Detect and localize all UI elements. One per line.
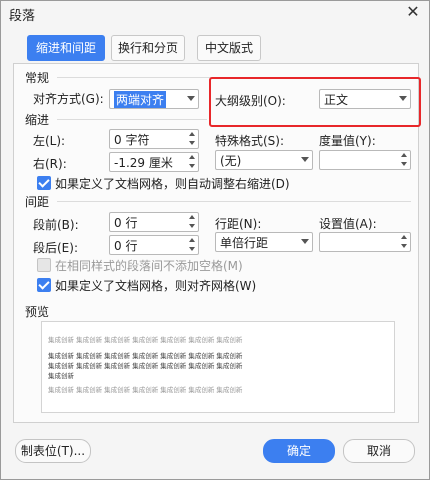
tab-asian-typography[interactable]: 中文版式: [197, 35, 261, 61]
space-after-label: 段后(E):: [33, 241, 78, 255]
alignment-select[interactable]: 两端对齐: [109, 89, 199, 109]
tab-stops-button[interactable]: 制表位(T)...: [15, 439, 91, 463]
section-indent-title: 缩进: [25, 113, 50, 127]
preview-previous-line: 集成创新 集成创新 集成创新 集成创新 集成创新 集成创新 集成创新: [48, 336, 243, 344]
spin-down-icon[interactable]: [189, 247, 195, 251]
space-before-label: 段前(B):: [33, 218, 79, 232]
section-preview-title: 预览: [25, 305, 50, 319]
spin-up-icon[interactable]: [189, 132, 195, 136]
section-divider: [57, 119, 207, 120]
special-format-label: 特殊格式(S):: [215, 134, 285, 148]
title-bar: 段落 ✕: [1, 1, 429, 27]
spin-up-icon[interactable]: [189, 215, 195, 219]
alignment-label: 对齐方式(G):: [33, 92, 104, 106]
chevron-down-icon: [187, 96, 195, 101]
dialog-title: 段落: [9, 9, 36, 24]
special-format-select[interactable]: (无): [215, 150, 313, 170]
tab-indent-spacing[interactable]: 缩进和间距: [27, 35, 105, 61]
spin-down-icon[interactable]: [401, 162, 407, 166]
outline-level-select[interactable]: 正文: [319, 89, 411, 109]
align-to-grid-checkbox[interactable]: [37, 278, 51, 292]
indent-right-value: -1.29 厘米: [114, 156, 173, 170]
outline-level-label: 大纲级别(O):: [215, 94, 286, 108]
paragraph-preview: 集成创新 集成创新 集成创新 集成创新 集成创新 集成创新 集成创新 集成创新 …: [41, 321, 395, 413]
preview-sample-line: 集成创新: [48, 372, 74, 380]
close-icon[interactable]: ✕: [405, 4, 421, 20]
no-space-same-style-label: 在相同样式的段落间不添加空格(M): [55, 259, 243, 273]
indent-left-spinner[interactable]: 0 字符: [109, 129, 199, 149]
spin-up-icon[interactable]: [401, 153, 407, 157]
measure-spinner[interactable]: [319, 150, 411, 170]
indent-right-label: 右(R):: [33, 157, 67, 171]
spin-up-icon[interactable]: [189, 238, 195, 242]
space-before-value: 0 行: [114, 216, 138, 230]
line-spacing-label: 行距(N):: [215, 217, 262, 231]
section-general-title: 常规: [25, 71, 50, 85]
spin-up-icon[interactable]: [189, 155, 195, 159]
space-after-value: 0 行: [114, 239, 138, 253]
align-to-grid-label: 如果定义了文档网格，则对齐网格(W): [55, 279, 257, 293]
chevron-down-icon: [301, 239, 309, 244]
paragraph-dialog: 段落 ✕ 缩进和间距 换行和分页 中文版式 常规 对齐方式(G): 两端对齐 大…: [0, 0, 430, 480]
tab-line-page-breaks[interactable]: 换行和分页: [111, 35, 185, 61]
outline-level-value: 正文: [324, 93, 349, 107]
space-after-spinner[interactable]: 0 行: [109, 235, 199, 255]
spin-down-icon[interactable]: [189, 224, 195, 228]
section-divider: [57, 201, 411, 202]
line-spacing-value: 单倍行距: [220, 236, 269, 250]
measure-label: 度量值(Y):: [319, 134, 376, 148]
indent-right-spinner[interactable]: -1.29 厘米: [109, 152, 199, 172]
chevron-down-icon: [399, 96, 407, 101]
spin-down-icon[interactable]: [401, 244, 407, 248]
preview-sample-line: 集成创新 集成创新 集成创新 集成创新 集成创新 集成创新 集成创新: [48, 352, 243, 360]
spin-up-icon[interactable]: [401, 235, 407, 239]
alignment-value: 两端对齐: [114, 91, 167, 108]
chevron-down-icon: [301, 157, 309, 162]
special-format-value: (无): [220, 154, 242, 168]
line-spacing-select[interactable]: 单倍行距: [215, 232, 313, 252]
indent-left-label: 左(L):: [33, 134, 66, 148]
auto-right-indent-checkbox[interactable]: [37, 176, 51, 190]
cancel-button[interactable]: 取消: [343, 439, 415, 463]
ok-button[interactable]: 确定: [263, 439, 335, 463]
space-before-spinner[interactable]: 0 行: [109, 212, 199, 232]
spin-down-icon[interactable]: [189, 141, 195, 145]
set-value-label: 设置值(A):: [319, 217, 377, 231]
section-spacing-title: 间距: [25, 195, 50, 209]
set-value-spinner[interactable]: [319, 232, 411, 252]
no-space-same-style-checkbox[interactable]: [37, 258, 51, 272]
preview-following-line: 集成创新 集成创新 集成创新 集成创新 集成创新 集成创新 集成创新: [48, 386, 243, 394]
spin-down-icon[interactable]: [189, 164, 195, 168]
preview-sample-line: 集成创新 集成创新 集成创新 集成创新 集成创新 集成创新 集成创新: [48, 362, 243, 370]
auto-right-indent-label: 如果定义了文档网格，则自动调整右缩进(D): [55, 177, 290, 191]
indent-left-value: 0 字符: [114, 133, 150, 147]
